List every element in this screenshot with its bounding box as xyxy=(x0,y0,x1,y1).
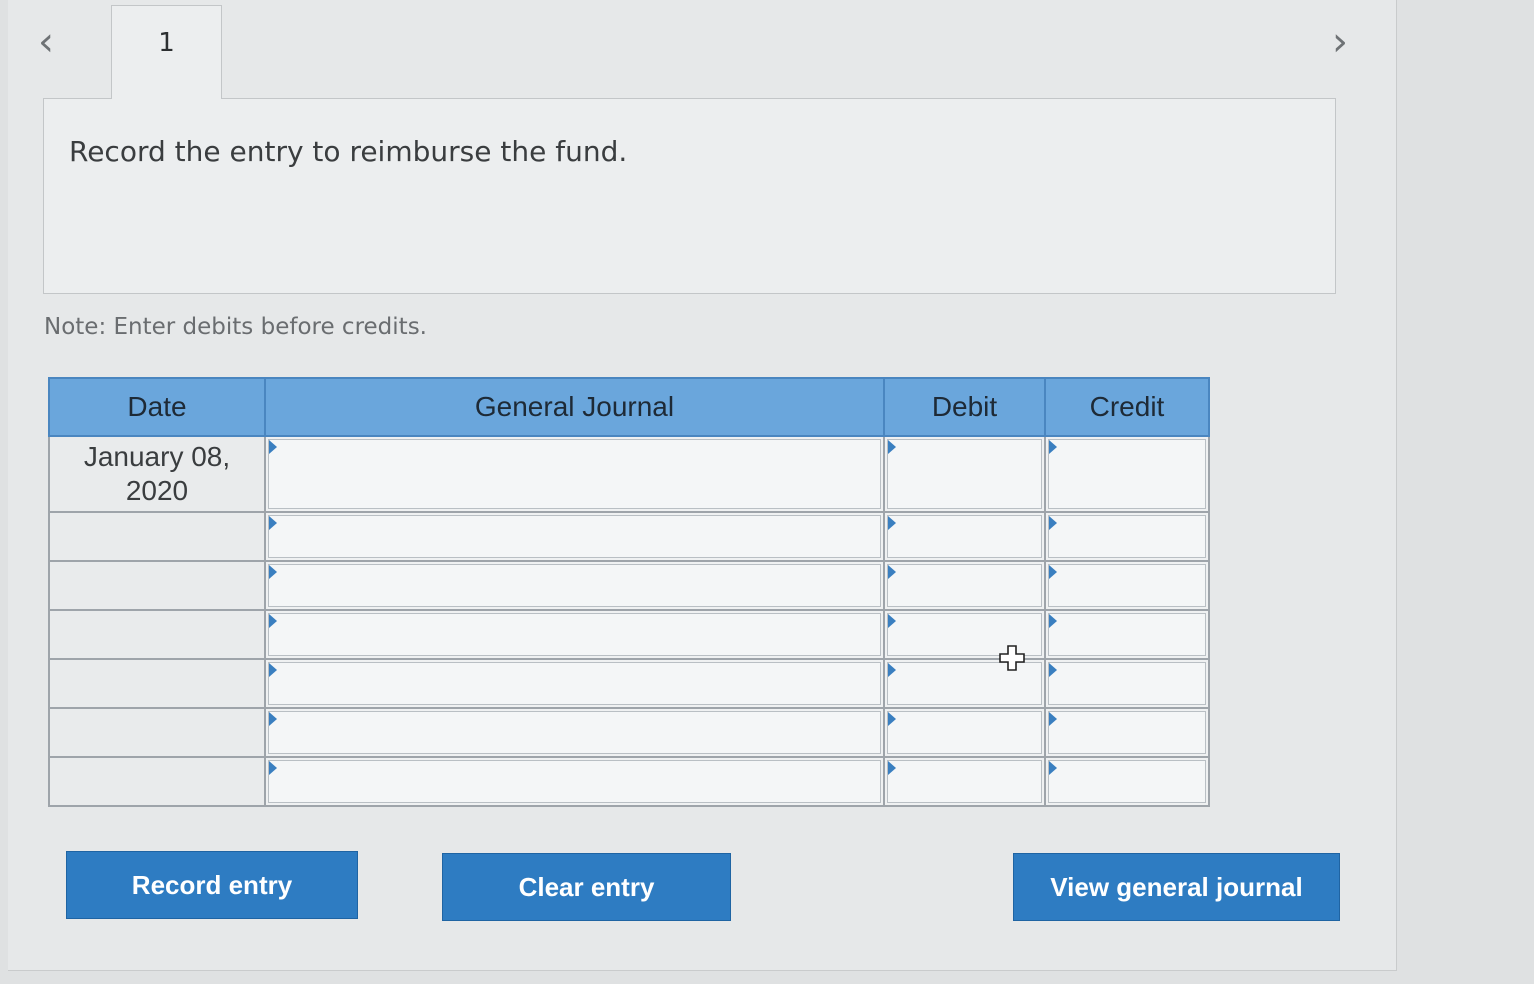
account-input[interactable] xyxy=(268,760,881,803)
credit-input[interactable] xyxy=(1048,760,1206,803)
debit-cell xyxy=(883,707,1046,758)
credit-cell xyxy=(1044,756,1210,807)
chevron-left-icon[interactable]: ‹ xyxy=(38,22,54,62)
credit-cell xyxy=(1044,707,1210,758)
date-cell xyxy=(48,658,266,709)
date-cell xyxy=(48,560,266,611)
table-row xyxy=(48,707,1210,758)
credit-cell xyxy=(1044,560,1210,611)
credit-cell xyxy=(1044,609,1210,660)
account-input[interactable] xyxy=(268,564,881,607)
question-text: Record the entry to reimburse the fund. xyxy=(69,135,628,168)
clear-entry-button[interactable]: Clear entry xyxy=(442,853,731,921)
table-row xyxy=(48,511,1210,562)
header-credit: Credit xyxy=(1044,377,1210,437)
debit-cell xyxy=(883,560,1046,611)
debit-cell xyxy=(883,511,1046,562)
debit-input[interactable] xyxy=(887,760,1042,803)
header-date: Date xyxy=(48,377,266,437)
debit-input[interactable] xyxy=(887,515,1042,558)
credit-input[interactable] xyxy=(1048,662,1206,705)
debit-input[interactable] xyxy=(887,439,1042,509)
debit-input[interactable] xyxy=(887,711,1042,754)
credit-cell xyxy=(1044,435,1210,513)
credit-input[interactable] xyxy=(1048,439,1206,509)
table-row xyxy=(48,609,1210,660)
account-cell xyxy=(264,435,885,513)
account-cell xyxy=(264,756,885,807)
account-cell xyxy=(264,511,885,562)
view-general-journal-button[interactable]: View general journal xyxy=(1013,853,1340,921)
table-row xyxy=(48,658,1210,709)
mouse-cursor-plus-icon xyxy=(999,645,1025,671)
question-box: Record the entry to reimburse the fund. xyxy=(43,98,1336,294)
account-input[interactable] xyxy=(268,515,881,558)
account-cell xyxy=(264,560,885,611)
account-cell xyxy=(264,707,885,758)
date-cell: January 08, 2020 xyxy=(48,435,266,513)
header-debit: Debit xyxy=(883,377,1046,437)
debit-cell xyxy=(883,435,1046,513)
date-line: January 08, xyxy=(83,441,231,472)
credit-input[interactable] xyxy=(1048,711,1206,754)
credit-input[interactable] xyxy=(1048,613,1206,656)
account-cell xyxy=(264,609,885,660)
credit-cell xyxy=(1044,511,1210,562)
credit-input[interactable] xyxy=(1048,564,1206,607)
note-text: Note: Enter debits before credits. xyxy=(44,314,427,340)
journal-table: Date General Journal Debit Credit Januar… xyxy=(48,377,1210,807)
account-cell xyxy=(264,658,885,709)
date-cell xyxy=(48,707,266,758)
table-row xyxy=(48,756,1210,807)
table-row: January 08, 2020 xyxy=(48,435,1210,513)
credit-input[interactable] xyxy=(1048,515,1206,558)
date-cell xyxy=(48,511,266,562)
account-input[interactable] xyxy=(268,439,881,509)
account-input[interactable] xyxy=(268,711,881,754)
table-row xyxy=(48,560,1210,611)
debit-input[interactable] xyxy=(887,564,1042,607)
date-cell xyxy=(48,609,266,660)
date-cell xyxy=(48,756,266,807)
chevron-right-icon[interactable]: › xyxy=(1332,22,1348,62)
header-general-journal: General Journal xyxy=(264,377,885,437)
journal-header-row: Date General Journal Debit Credit xyxy=(48,377,1210,437)
date-line: 2020 xyxy=(125,475,189,506)
tab-1[interactable]: 1 xyxy=(111,5,222,99)
account-input[interactable] xyxy=(268,662,881,705)
record-entry-button[interactable]: Record entry xyxy=(66,851,358,919)
account-input[interactable] xyxy=(268,613,881,656)
tab-label: 1 xyxy=(158,28,175,58)
debit-cell xyxy=(883,756,1046,807)
credit-cell xyxy=(1044,658,1210,709)
